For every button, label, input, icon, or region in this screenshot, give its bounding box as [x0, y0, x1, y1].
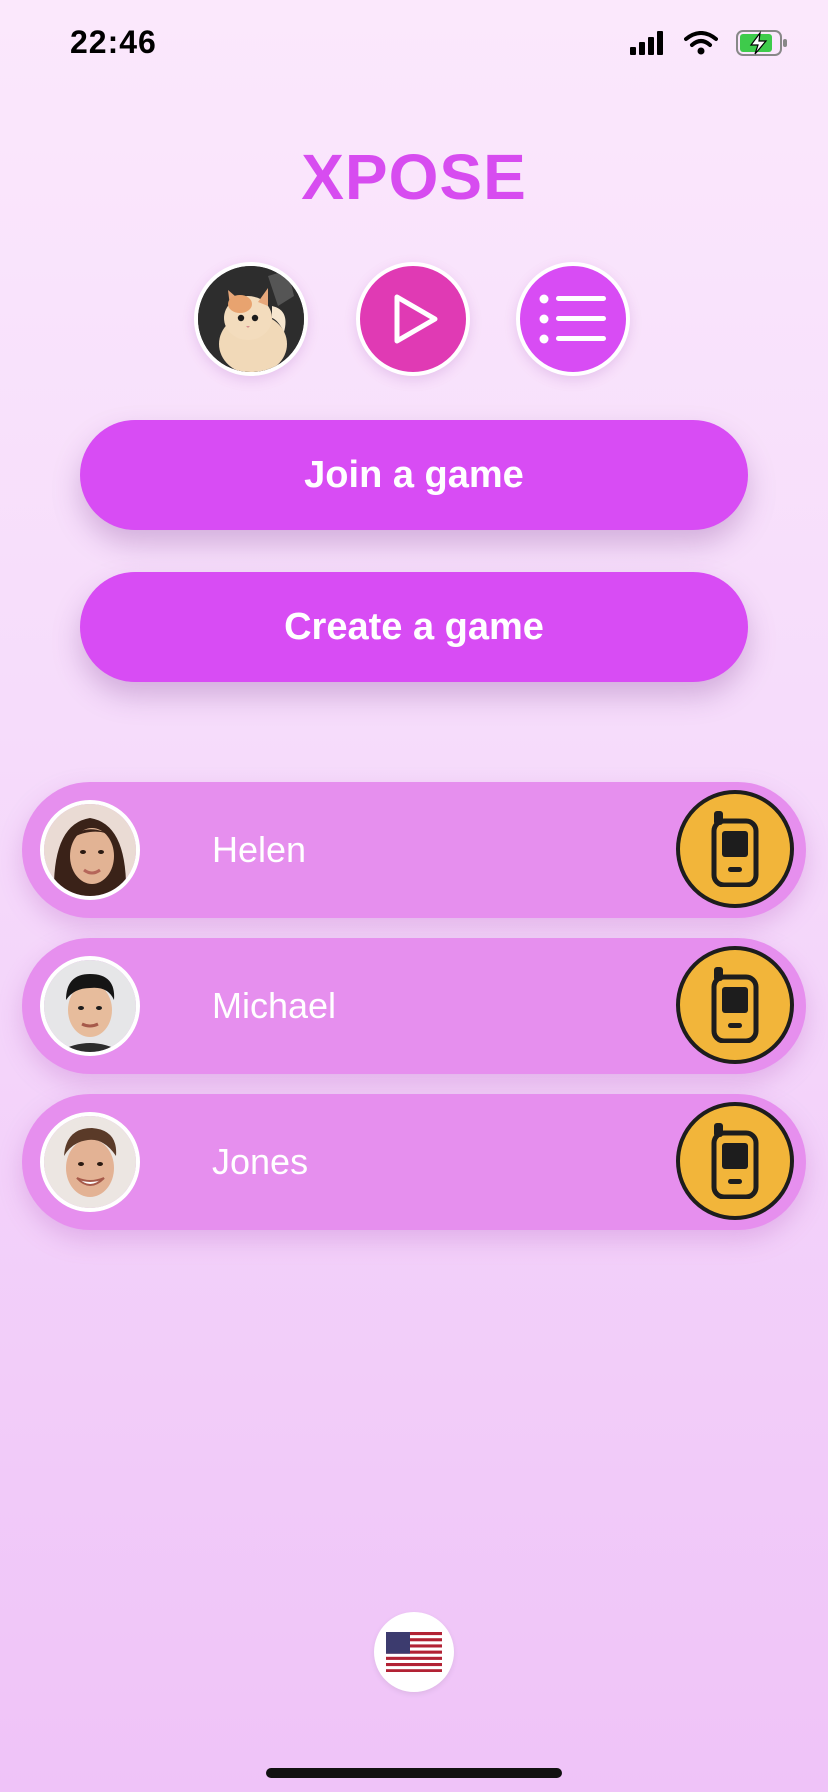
- avatar: [40, 1112, 140, 1212]
- battery-charging-icon: [736, 30, 787, 56]
- profile-avatar-button[interactable]: [194, 262, 308, 376]
- play-button[interactable]: [356, 262, 470, 376]
- avatar: [40, 800, 140, 900]
- friend-name: Helen: [212, 829, 307, 870]
- phone-icon: [711, 1123, 759, 1199]
- status-icons: [630, 30, 788, 56]
- call-button[interactable]: [676, 946, 794, 1064]
- language-button[interactable]: [374, 1612, 454, 1692]
- friend-row[interactable]: Michael: [22, 938, 806, 1074]
- cat-avatar-icon: [198, 266, 304, 372]
- friend-name: Michael: [212, 985, 337, 1026]
- status-time: 22:46: [70, 24, 157, 60]
- home-indicator: [266, 1768, 562, 1778]
- call-button[interactable]: [676, 1102, 794, 1220]
- create-game-button[interactable]: Create a game: [80, 572, 748, 682]
- menu-list-button[interactable]: [516, 262, 630, 376]
- play-icon: [394, 294, 438, 344]
- call-button[interactable]: [676, 790, 794, 908]
- friend-name: Jones: [212, 1141, 309, 1182]
- woman-avatar-icon: [44, 804, 136, 896]
- join-game-button[interactable]: Join a game: [80, 420, 748, 530]
- app-title: XPOSE: [301, 141, 527, 213]
- phone-icon: [711, 811, 759, 887]
- status-bar: 22:46: [0, 0, 828, 90]
- avatar: [40, 956, 140, 1056]
- friend-row[interactable]: Helen: [22, 782, 806, 918]
- phone-icon: [711, 967, 759, 1043]
- man-smile-avatar-icon: [44, 1116, 136, 1208]
- us-flag-icon: [386, 1632, 442, 1672]
- cellular-signal-icon: [630, 31, 663, 55]
- friend-row[interactable]: Jones: [22, 1094, 806, 1230]
- man-avatar-icon: [44, 960, 136, 1052]
- list-icon: [539, 294, 606, 344]
- wifi-icon: [684, 31, 718, 55]
